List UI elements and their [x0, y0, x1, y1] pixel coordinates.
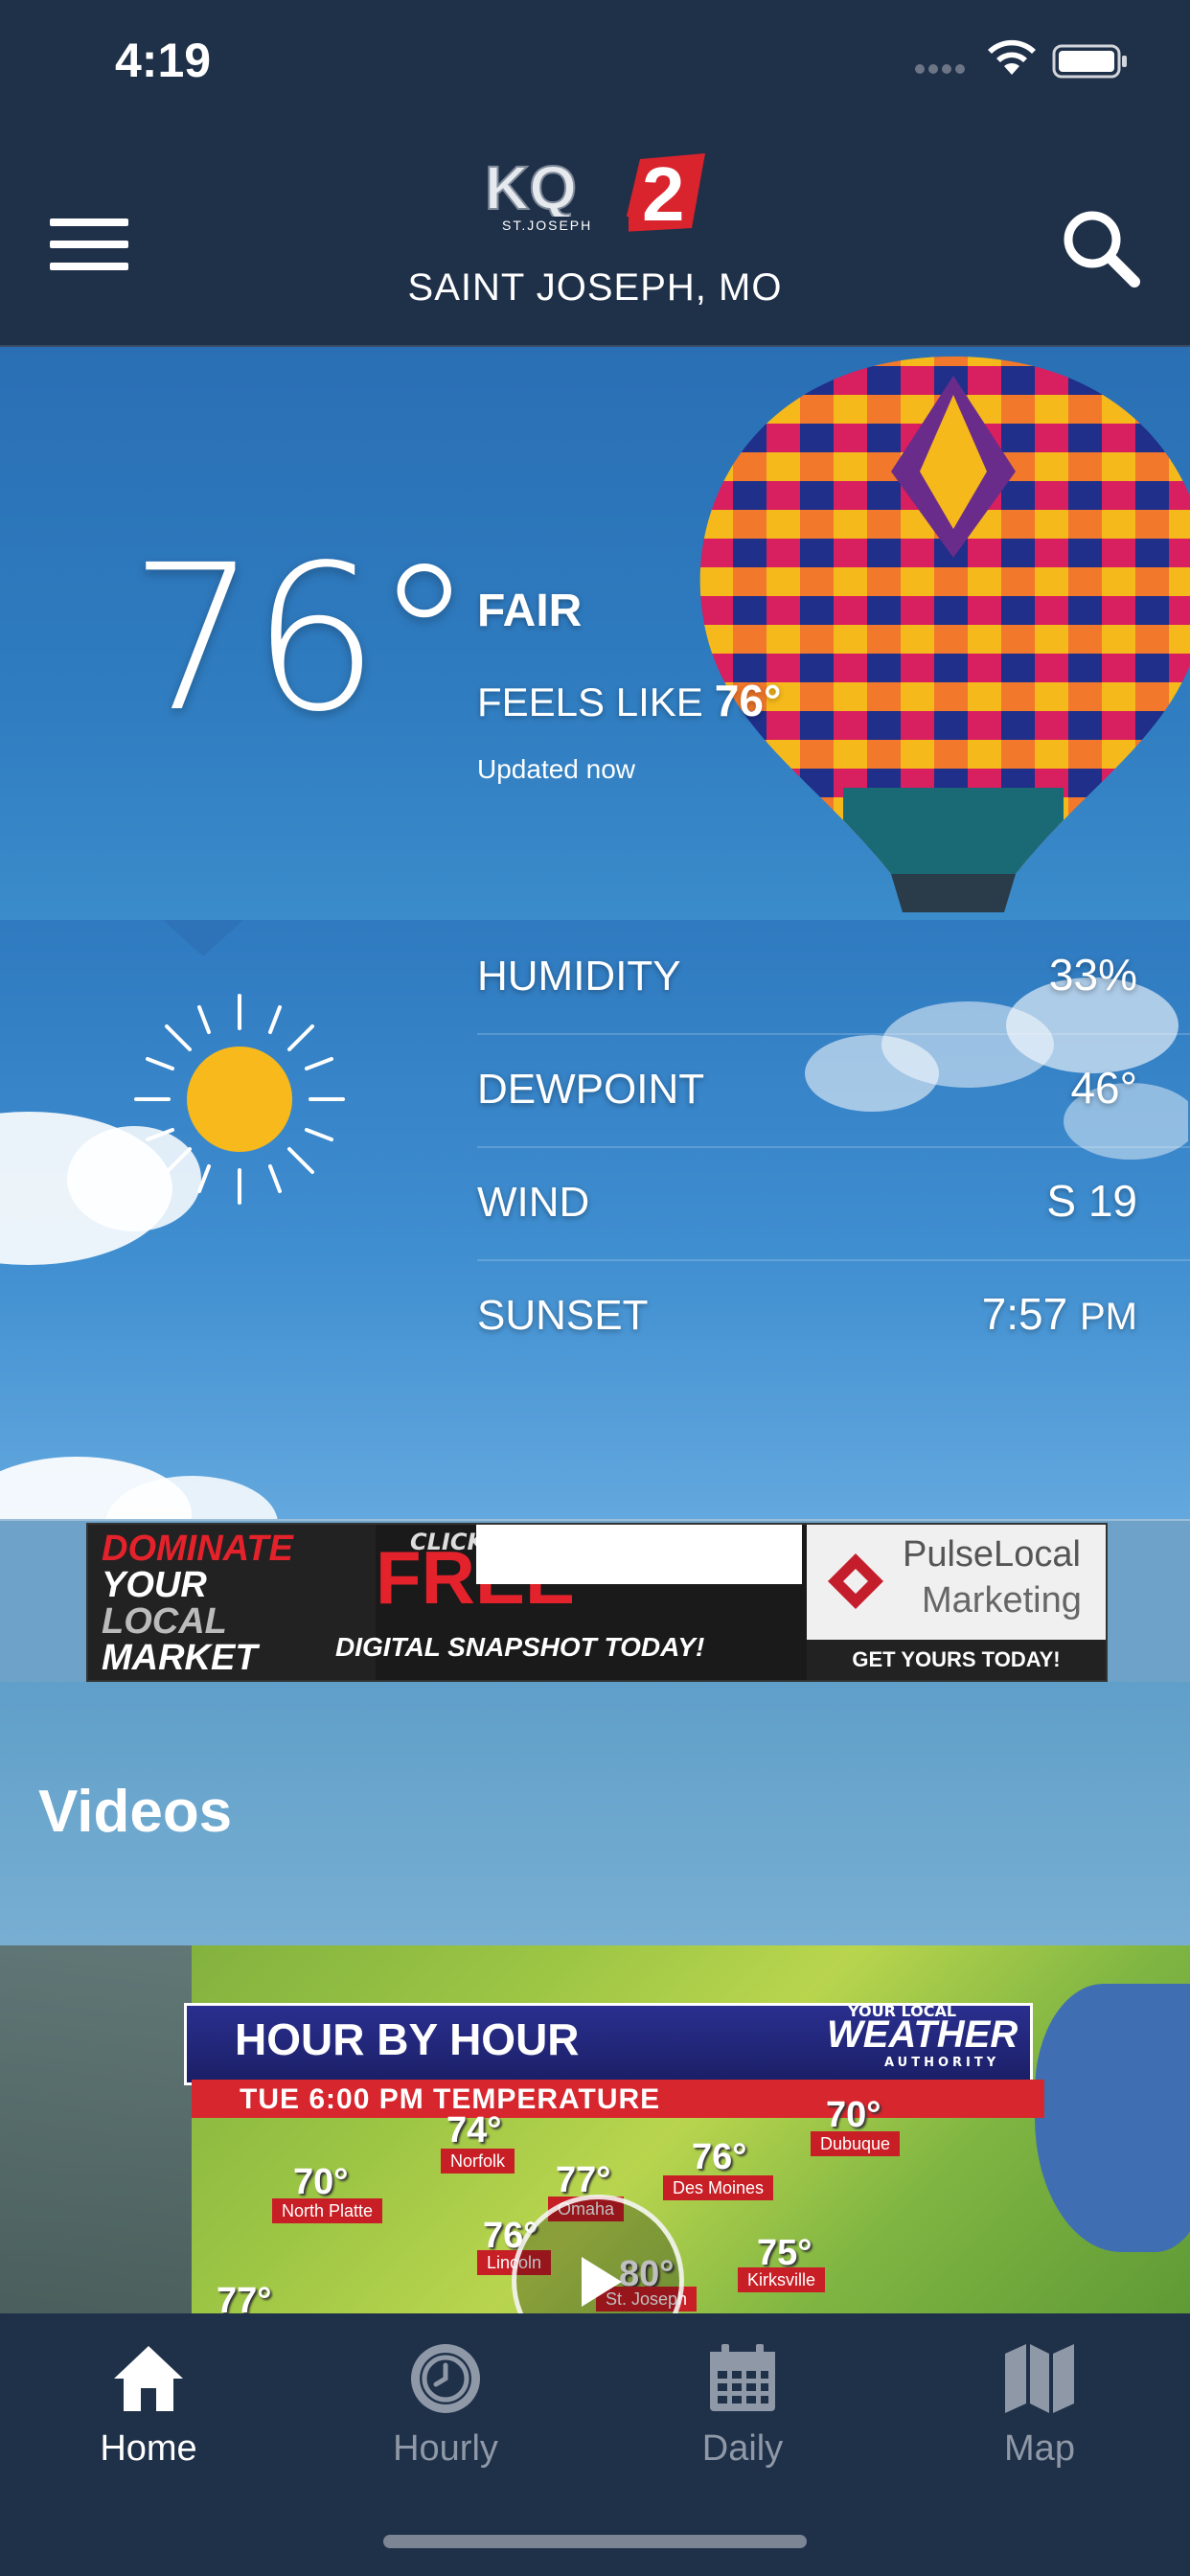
map-temp: 74°: [446, 2110, 502, 2150]
home-icon: [114, 2346, 183, 2411]
cellular-signal-icon: [915, 59, 969, 78]
tab-daily[interactable]: Daily: [594, 2333, 891, 2496]
detail-label: DEWPOINT: [477, 1066, 705, 1113]
video-brand-text: WEATHER: [827, 2013, 1018, 2056]
ad-strip: DOMINATE YOUR LOCAL MARKET CLICK FREE DI…: [0, 1519, 1190, 1684]
condition-label: FAIR: [477, 586, 583, 636]
status-bar: 4:19: [0, 0, 1190, 125]
detail-row-sunset: SUNSET 7:57 PM: [477, 1259, 1190, 1372]
home-indicator[interactable]: [383, 2535, 807, 2548]
videos-section: Videos: [0, 1682, 1190, 1945]
weather-details-panel: HUMIDITY 33% DEWPOINT 46° WIND S 19 SUNS…: [0, 920, 1190, 1519]
detail-row-dewpoint: DEWPOINT 46°: [477, 1033, 1190, 1148]
pulse-logo-icon: [828, 1553, 883, 1609]
sunset-time: 7:57: [981, 1289, 1068, 1339]
detail-label: WIND: [477, 1179, 590, 1226]
detail-value: 7:57 PM: [982, 1288, 1137, 1340]
detail-label: HUMIDITY: [477, 953, 681, 1000]
ad-banner[interactable]: DOMINATE YOUR LOCAL MARKET CLICK FREE DI…: [86, 1523, 1108, 1682]
svg-text:KQ: KQ: [485, 153, 577, 222]
play-button[interactable]: [512, 2195, 684, 2313]
sunset-unit: PM: [1080, 1296, 1137, 1338]
map-icon: [1005, 2344, 1074, 2413]
location-label: SAINT JOSEPH, MO: [407, 266, 783, 309]
ad-left-panel: DOMINATE YOUR LOCAL MARKET: [88, 1525, 376, 1680]
ad-text: MARKET: [102, 1638, 258, 1678]
map-city: Dubuque: [811, 2131, 901, 2156]
tab-label: Home: [100, 2428, 197, 2469]
detail-value: 46°: [1070, 1063, 1137, 1113]
cloud-image: [0, 1457, 278, 1519]
ad-text: YOUR: [102, 1565, 207, 1605]
updated-time: Updated now: [477, 754, 636, 784]
ad-text: GET YOURS TODAY!: [807, 1640, 1106, 1680]
map-city: Kirksville: [738, 2267, 826, 2292]
panel-pointer: [161, 920, 245, 956]
map-city: Des Moines: [663, 2175, 774, 2200]
video-banner-title: HOUR BY HOUR: [235, 2014, 580, 2064]
map-city: Norfolk: [441, 2149, 515, 2174]
map-city: North Platte: [272, 2198, 383, 2223]
calendar-icon: [710, 2344, 775, 2411]
video-title-banner: HOUR BY HOUR YOUR LOCAL WEATHER AUTHORIT…: [184, 2002, 1033, 2085]
map-temp: 70°: [826, 2095, 881, 2135]
video-studio-background: [0, 1945, 192, 2313]
detail-value: S 19: [1046, 1176, 1137, 1226]
ad-text: DOMINATE: [102, 1529, 293, 1569]
play-icon: [582, 2257, 622, 2307]
tab-hourly[interactable]: Hourly: [297, 2333, 594, 2496]
svg-text:ST.JOSEPH: ST.JOSEPH: [502, 218, 592, 233]
ad-right-panel: PulseLocal Marketing GET YOURS TODAY!: [807, 1525, 1106, 1680]
detail-row-humidity: HUMIDITY 33%: [477, 920, 1190, 1035]
detail-label: SUNSET: [477, 1292, 649, 1339]
video-brand-text: AUTHORITY: [884, 2056, 1000, 2070]
map-temp: 77°: [217, 2281, 272, 2313]
map-temp: 76°: [692, 2137, 747, 2177]
map-temp: 70°: [293, 2162, 349, 2202]
clock-icon: [411, 2344, 480, 2413]
status-time: 4:19: [115, 34, 212, 87]
ad-blank-area: [476, 1525, 802, 1584]
search-icon[interactable]: [1058, 205, 1144, 291]
current-temperature: 76°: [129, 521, 474, 756]
svg-text:2: 2: [642, 153, 685, 237]
ad-text: PulseLocal: [903, 1534, 1081, 1575]
wifi-icon: [988, 39, 1036, 75]
feels-like-value: 76°: [714, 676, 782, 725]
feels-like: FEELS LIKE 76°: [477, 675, 781, 726]
tab-label: Daily: [701, 2428, 784, 2469]
video-thumbnail[interactable]: HOUR BY HOUR YOUR LOCAL WEATHER AUTHORIT…: [0, 1945, 1190, 2313]
video-subtitle-bar: TUE 6:00 PM TEMPERATURE: [192, 2080, 1044, 2118]
tab-home[interactable]: Home: [0, 2333, 297, 2496]
map-lake: [1035, 1984, 1190, 2252]
tab-label: Map: [1004, 2428, 1075, 2469]
tab-label: Hourly: [393, 2428, 498, 2469]
app-header: KQ 2 ST.JOSEPH SAINT JOSEPH, MO: [0, 125, 1190, 347]
feels-like-label: FEELS LIKE: [477, 679, 703, 724]
detail-row-wind: WIND S 19: [477, 1146, 1190, 1261]
battery-icon: [1052, 44, 1127, 79]
ad-text: Marketing: [922, 1580, 1082, 1621]
current-conditions-panel[interactable]: 76° FAIR FEELS LIKE 76° Updated now: [0, 347, 1190, 920]
detail-value: 33%: [1048, 950, 1137, 1000]
ad-text: DIGITAL SNAPSHOT TODAY!: [335, 1632, 705, 1662]
ad-text: LOCAL: [102, 1601, 227, 1642]
hot-air-balloon-image: [699, 356, 1190, 912]
kq2-logo: KQ 2 ST.JOSEPH: [484, 153, 705, 237]
tab-map[interactable]: Map: [891, 2333, 1188, 2496]
sunny-icon: [134, 994, 345, 1205]
section-title: Videos: [38, 1779, 233, 1845]
